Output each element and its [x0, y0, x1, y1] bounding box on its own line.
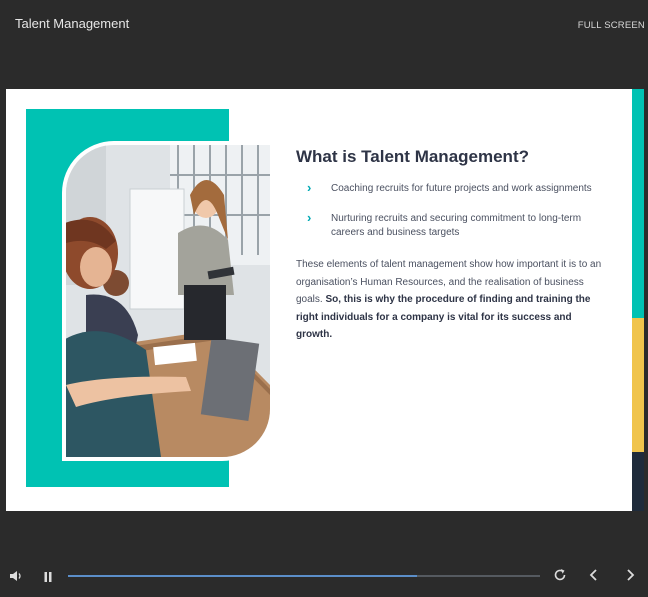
seek-bar[interactable] [68, 575, 540, 577]
chevron-left-icon[interactable] [588, 568, 600, 587]
fullscreen-button[interactable]: FULL SCREEN [578, 20, 645, 31]
app-title: Talent Management [15, 16, 130, 31]
top-bar: Talent Management FULL SCREEN [0, 0, 648, 50]
replay-icon[interactable] [553, 568, 567, 587]
stripe-teal [632, 89, 644, 318]
bullet-text: Coaching recruits for future projects an… [331, 183, 592, 194]
pause-icon[interactable] [43, 570, 53, 588]
meeting-photo [66, 145, 270, 457]
paragraph-bold-text: So, this is why the procedure of finding… [296, 294, 591, 340]
body-paragraph: These elements of talent management show… [296, 256, 606, 344]
bullet-text: Nurturing recruits and securing commitme… [331, 213, 582, 238]
bullet-list: › Coaching recruits for future projects … [296, 180, 606, 240]
stripe-yellow [632, 318, 644, 452]
chevron-right-icon: › [307, 210, 312, 225]
bullet-item: › Nurturing recruits and securing commit… [296, 210, 606, 240]
photo-frame [62, 141, 274, 461]
chevron-right-icon[interactable] [624, 568, 636, 587]
slide: What is Talent Management? › Coaching re… [6, 89, 644, 511]
meeting-photo-illustration [66, 145, 270, 457]
chevron-right-icon: › [307, 180, 312, 195]
bullet-item: › Coaching recruits for future projects … [296, 180, 606, 196]
seek-progress [68, 575, 418, 577]
player-controls [0, 555, 648, 597]
volume-icon[interactable] [9, 569, 23, 588]
slide-heading: What is Talent Management? [296, 147, 529, 166]
slide-content: What is Talent Management? › Coaching re… [296, 147, 606, 344]
stripe-navy [632, 452, 644, 511]
